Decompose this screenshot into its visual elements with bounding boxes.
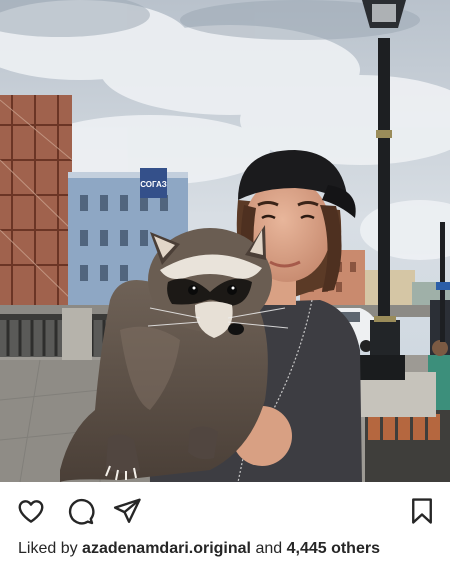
share-button[interactable] bbox=[110, 494, 144, 528]
bookmark-icon bbox=[412, 498, 432, 524]
building-sign: СОГАЗ bbox=[140, 180, 167, 189]
scaffold-building bbox=[0, 95, 73, 315]
likes-connector: and bbox=[255, 540, 283, 557]
likes-summary: Liked by azadenamdari.original and 4,445… bbox=[18, 540, 380, 558]
likes-count[interactable]: 4,445 others bbox=[287, 540, 380, 557]
like-button[interactable] bbox=[14, 494, 48, 528]
liker-username[interactable]: azadenamdari.original bbox=[82, 540, 251, 557]
heart-icon bbox=[18, 500, 44, 523]
instagram-post: СОГАЗ Liked by azadenamdari.original and… bbox=[0, 0, 450, 568]
likes-prefix: Liked by bbox=[18, 540, 78, 557]
post-action-bar bbox=[0, 494, 450, 534]
comment-button[interactable] bbox=[63, 494, 97, 528]
paper-plane-icon bbox=[113, 498, 141, 523]
save-button[interactable] bbox=[405, 494, 439, 528]
comment-bubble-icon bbox=[68, 498, 95, 525]
post-photo[interactable]: СОГАЗ bbox=[0, 0, 450, 482]
